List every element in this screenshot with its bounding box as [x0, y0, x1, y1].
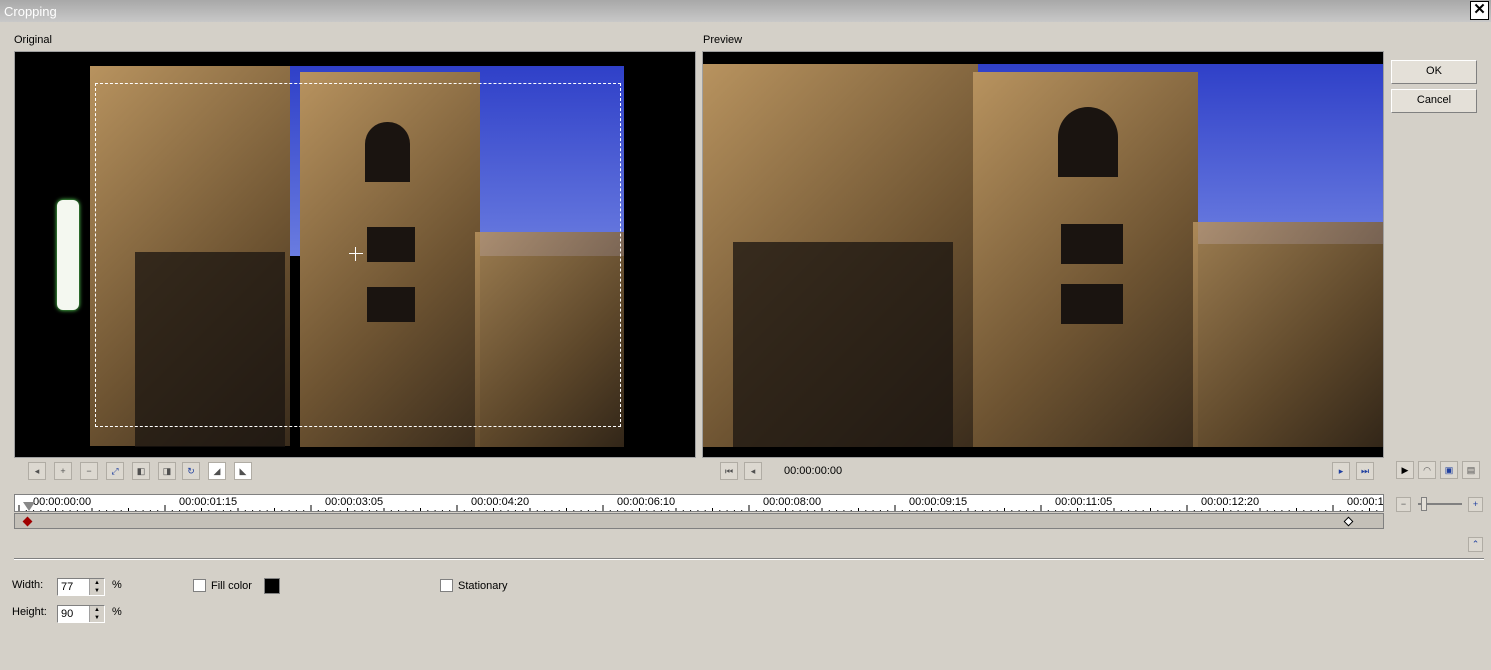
preview-video-pane [702, 51, 1384, 458]
close-icon[interactable]: ✕ [1470, 1, 1489, 20]
preview-timecode: 00:00:00:00 [784, 465, 843, 477]
original-video-pane[interactable] [14, 51, 696, 458]
width-unit: % [112, 579, 122, 591]
height-unit: % [112, 606, 122, 618]
fit-icon[interactable]: ⤢ [106, 462, 124, 480]
separator [14, 558, 1484, 560]
rotate-icon[interactable]: ↻ [182, 462, 200, 480]
fill-color-checkbox[interactable] [193, 579, 206, 592]
timecode-label: 00:00:1 [1347, 496, 1384, 508]
window-title: Cropping [4, 4, 57, 19]
timeline-ruler[interactable]: 00:00:00:00 00:00:01:15 00:00:03:05 00:00:0… [14, 494, 1384, 512]
height-label: Height: [12, 606, 47, 618]
go-start-icon[interactable]: ⏮ [720, 462, 738, 480]
zoom-out-crop-icon[interactable]: − [80, 462, 98, 480]
spin-arrows-icon[interactable]: ▲ ▼ [89, 579, 104, 595]
stationary-label: Stationary [458, 580, 508, 592]
preview-label: Preview [703, 34, 743, 46]
zoom-slider-thumb[interactable] [1421, 497, 1427, 511]
title-bar: Cropping ✕ [0, 0, 1491, 22]
loop-icon[interactable]: ◠ [1418, 461, 1436, 479]
go-end-icon[interactable]: ⏭ [1356, 462, 1374, 480]
align-left-icon[interactable]: ◧ [132, 462, 150, 480]
zoom-in-crop-icon[interactable]: + [54, 462, 72, 480]
keyframe-track[interactable] [14, 513, 1384, 529]
timecode-label: 00:00:06:10 [617, 496, 676, 508]
timecode-label: 00:00:09:15 [909, 496, 968, 508]
zoom-out-icon[interactable]: − [1396, 497, 1411, 512]
timecode-label: 00:00:01:15 [179, 496, 238, 508]
keyframe-start-icon[interactable] [22, 516, 33, 527]
select-icon[interactable]: ◢ [208, 462, 226, 480]
timecode-label: 00:00:04:20 [471, 496, 530, 508]
crosshair-icon [349, 247, 363, 261]
preview-options-icon[interactable]: ▣ [1440, 461, 1458, 479]
timecode-label: 00:00:03:05 [325, 496, 384, 508]
timecode-label: 00:00:08:00 [763, 496, 822, 508]
fill-color-swatch[interactable] [264, 578, 280, 594]
pan-icon[interactable]: ◣ [234, 462, 252, 480]
cancel-button[interactable]: Cancel [1391, 89, 1477, 113]
height-value[interactable]: 90 [61, 608, 73, 620]
play-icon[interactable]: ▶ [1396, 461, 1414, 479]
width-value[interactable]: 77 [61, 581, 73, 593]
keyframe-end-icon[interactable] [1343, 516, 1354, 527]
original-label: Original [14, 34, 52, 46]
playhead-icon[interactable] [23, 502, 35, 511]
width-spinner[interactable]: 77 ▲ ▼ [57, 578, 105, 596]
move-left-icon[interactable]: ◂ [28, 462, 46, 480]
fill-color-label: Fill color [211, 580, 252, 592]
spin-arrows-icon[interactable]: ▲ ▼ [89, 606, 104, 622]
prev-frame-icon[interactable]: ◂ [744, 462, 762, 480]
ok-button[interactable]: OK [1391, 60, 1477, 84]
timecode-label: 00:00:11:05 [1055, 496, 1113, 508]
collapse-up-icon[interactable]: ⌃ [1468, 537, 1483, 552]
align-right-icon[interactable]: ◨ [158, 462, 176, 480]
timecode-label: 00:00:00:00 [33, 496, 92, 508]
timecode-label: 00:00:12:20 [1201, 496, 1260, 508]
zoom-in-icon[interactable]: + [1468, 497, 1483, 512]
stationary-checkbox[interactable] [440, 579, 453, 592]
export-icon[interactable]: ▤ [1462, 461, 1480, 479]
next-frame-icon[interactable]: ▸ [1332, 462, 1350, 480]
height-spinner[interactable]: 90 ▲ ▼ [57, 605, 105, 623]
width-label: Width: [12, 579, 44, 591]
